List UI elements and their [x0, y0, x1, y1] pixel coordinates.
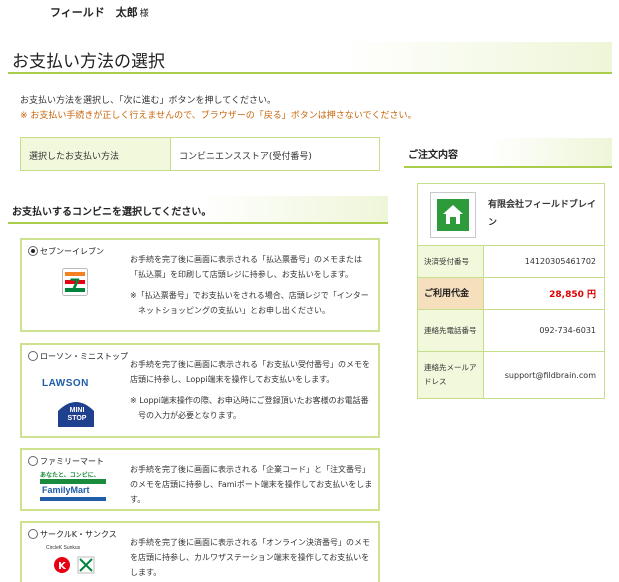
order-row-value: 092-734-6031 — [539, 326, 596, 335]
order-row-total: ご利用代金 28,850 円 — [418, 278, 604, 310]
seven-eleven-logo-icon: 7 — [62, 268, 88, 296]
home-icon — [437, 199, 469, 231]
familymart-stripe-blue — [40, 497, 106, 501]
order-row-phone: 連絡先電話番号 092-734-6031 — [418, 310, 604, 352]
order-row-value: 28,850 円 — [549, 290, 596, 300]
store-name: サークルK・サンクス — [40, 530, 117, 539]
store-name: ファミリーマート — [40, 457, 104, 466]
radio-lawson-ministop[interactable] — [28, 351, 38, 361]
ministop-text-1: MINI — [69, 407, 85, 414]
store-desc: お手続を完了後に画面に表示される「企業コード」と「注文番号」のメモを店頭に持参し… — [130, 465, 373, 504]
page-title-bar: お支払い方法の選択 — [8, 42, 612, 74]
store-option-seven-eleven[interactable]: セブンーイレブン 7 お手続を完了後に画面に表示される「払込票番号」のメモまたは… — [20, 238, 380, 332]
familymart-tagline: あなたと、コンビに、 — [40, 472, 100, 479]
store-name: セブンーイレブン — [40, 247, 104, 256]
order-row-label: 連絡先電話番号 — [418, 310, 484, 351]
store-desc: お手続を完了後に画面に表示される「お支払い受付番号」のメモを店頭に持参し、Lop… — [130, 360, 370, 384]
shop-icon-box — [430, 192, 476, 238]
order-title: ご注文内容 — [408, 150, 458, 161]
intro-text: お支払い方法を選択し、「次に進む」ボタンを押してください。 ※ お支払い手続きが… — [20, 94, 417, 124]
familymart-logo: FamilyMart — [42, 485, 90, 495]
ministop-logo-text: MINI STOP — [62, 407, 92, 423]
order-summary-panel: 有限会社フィールドブレイン 決済受付番号 14120305461702 ご利用代… — [417, 183, 605, 399]
selected-method-box: 選択したお支払い方法 コンビニエンスストア(受付番号) — [20, 137, 380, 171]
store-desc: お手続を完了後に画面に表示される「払込票番号」のメモまたは「払込票」を印刷して店… — [130, 255, 362, 279]
order-title-bar: ご注文内容 — [404, 138, 612, 168]
user-name-text: フィールド 太郎 — [50, 6, 138, 19]
page-title: お支払い方法の選択 — [12, 52, 165, 72]
store-desc: お手続を完了後に画面に表示される「オンライン決済番号」のメモを店頭に持参し、カル… — [130, 538, 370, 577]
order-row-label: 連絡先メールアドレス — [418, 352, 484, 398]
store-name: ローソン・ミニストップ — [40, 352, 128, 361]
circlek-sunkus-logo-text: CircleK Sunkus — [46, 545, 81, 551]
circlek-sunkus-logo-icon: K — [54, 556, 95, 574]
selected-method-value: コンビニエンスストア(受付番号) — [179, 152, 312, 162]
shop-name: 有限会社フィールドブレイン — [488, 200, 596, 228]
familymart-stripe-green — [40, 479, 106, 484]
order-row-email: 連絡先メールアドレス support@fildbrain.com — [418, 352, 604, 398]
store-option-circlek-sunkus[interactable]: サークルK・サンクス CircleK Sunkus K お手続を完了後に画面に表… — [20, 521, 380, 582]
store-option-lawson-ministop[interactable]: ローソン・ミニストップ LAWSON MINI STOP お手続を完了後に画面に… — [20, 343, 380, 438]
radio-circlek-sunkus[interactable] — [28, 529, 38, 539]
order-row-value: support@fildbrain.com — [504, 370, 596, 380]
store-note: ※ Loppi端末操作の際、お申込時にご登録頂いたお客様のお電話番号の入力が必要… — [130, 396, 369, 420]
warning-text: ※ お支払い手続きが正しく行えませんので、ブラウザーの「戻る」ボタンは押さないで… — [20, 111, 417, 121]
lawson-logo: LAWSON — [42, 378, 89, 389]
shop-row: 有限会社フィールドブレイン — [418, 184, 604, 246]
user-honorific: 様 — [139, 9, 149, 19]
section-title: お支払いするコンビニを選択してください。 — [12, 207, 212, 218]
selected-method-label: 選択したお支払い方法 — [21, 138, 171, 170]
section-title-bar: お支払いするコンビニを選択してください。 — [8, 196, 388, 224]
radio-familymart[interactable] — [28, 456, 38, 466]
instruction-text: お支払い方法を選択し、「次に進む」ボタンを押してください。 — [20, 96, 276, 106]
svg-text:7: 7 — [69, 275, 80, 294]
ministop-text-2: STOP — [67, 415, 87, 422]
store-note: ※「払込票番号」でお支払いをされる場合、店頭レジで「インターネットショッピングの… — [130, 291, 369, 315]
order-row-value: 14120305461702 — [524, 257, 596, 266]
radio-seven-eleven[interactable] — [28, 246, 38, 256]
order-row-receipt-number: 決済受付番号 14120305461702 — [418, 246, 604, 278]
order-row-label: ご利用代金 — [418, 278, 484, 309]
user-name: フィールド 太郎様 — [50, 4, 149, 20]
svg-text:K: K — [58, 561, 67, 572]
order-row-label: 決済受付番号 — [418, 246, 484, 277]
store-option-familymart[interactable]: ファミリーマート あなたと、コンビに、 FamilyMart お手続を完了後に画… — [20, 448, 380, 511]
